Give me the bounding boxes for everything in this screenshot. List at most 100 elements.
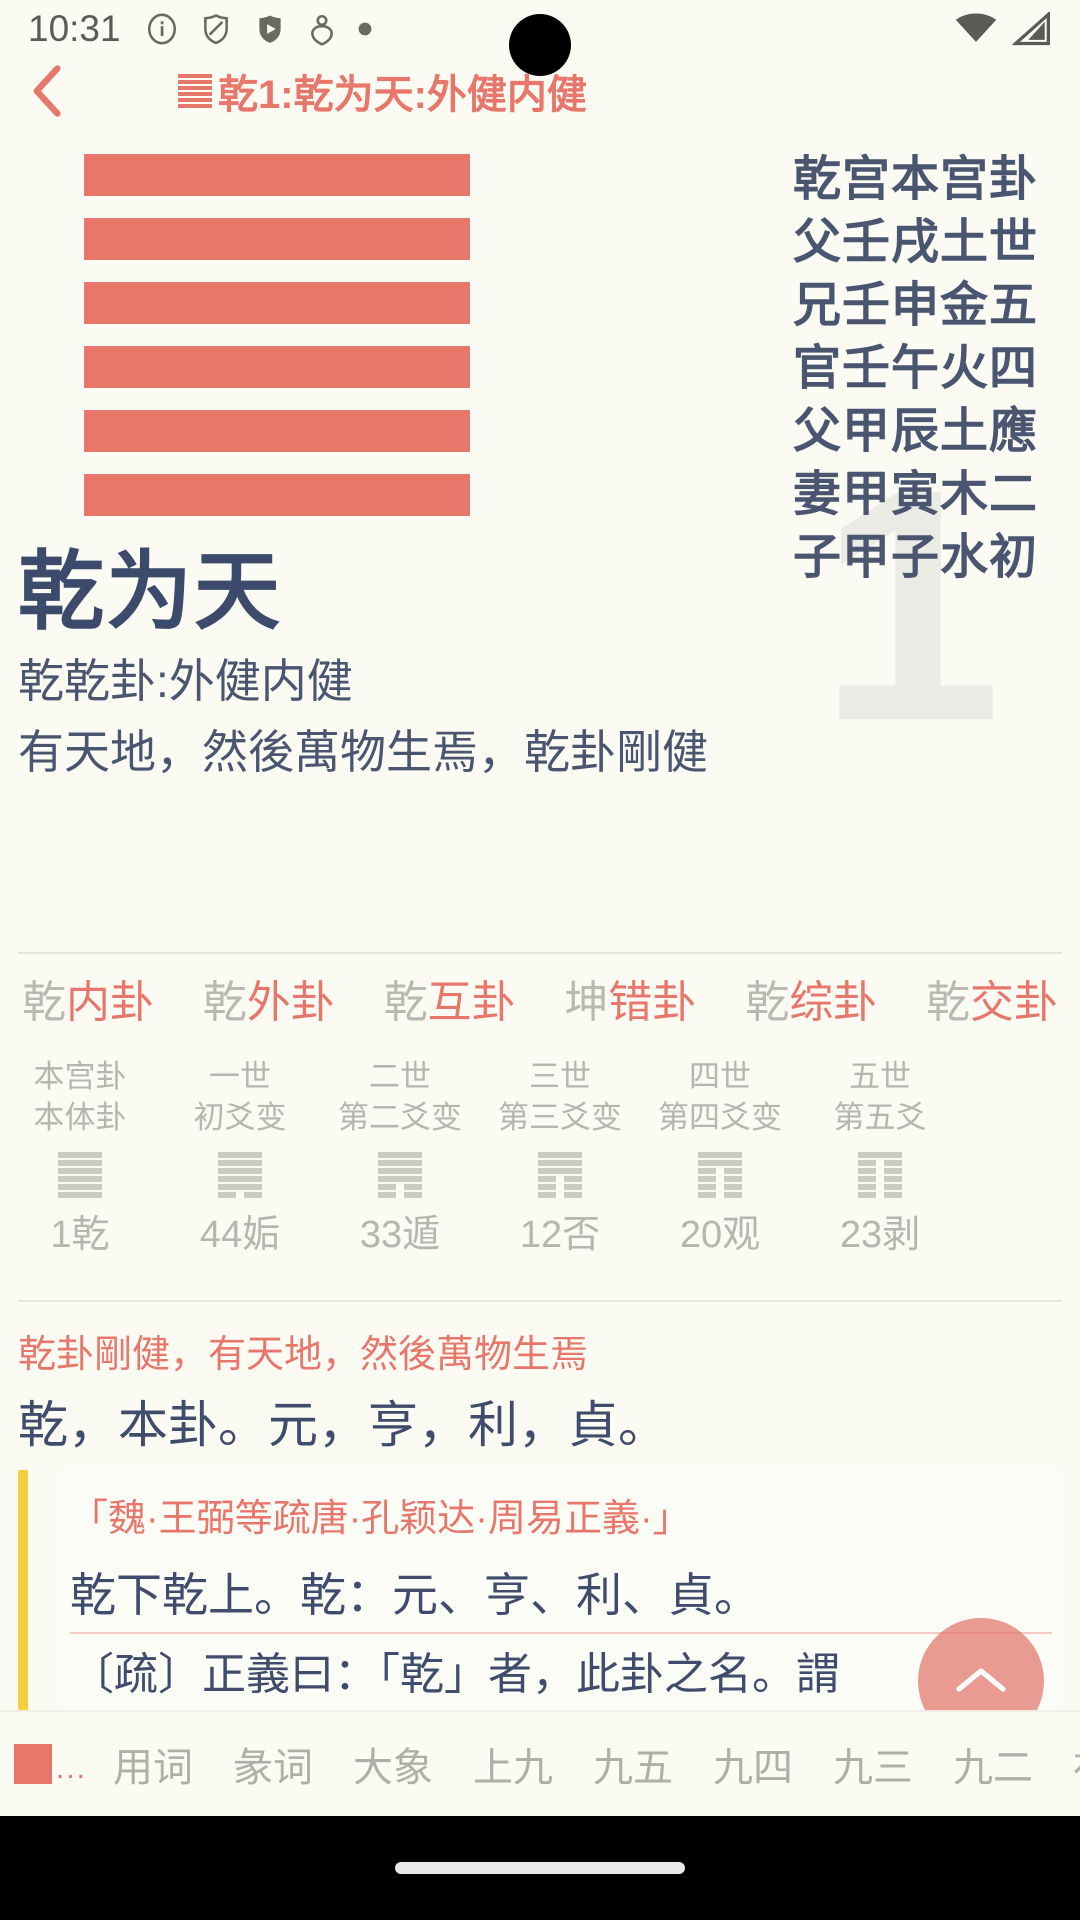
shi-column[interactable]: 三世 第三爻变 12否 <box>480 1056 640 1288</box>
hexagram-line[interactable] <box>84 154 470 196</box>
relation-tab-prefix: 乾 <box>745 978 790 1027</box>
header-title-text: 乾1:乾为天:外健内健 <box>218 73 587 117</box>
palace-info-list: 乾宫本宫卦 父壬戌土世 兄壬申金五 官壬午火四 父甲辰土應 妻甲寅木二 子甲子水… <box>498 148 1038 589</box>
divider-top <box>18 952 1062 954</box>
bottom-tab-jiuer[interactable]: 九二 <box>953 1735 1033 1793</box>
person-shield-icon <box>310 14 333 46</box>
palace-line: 兄壬申金五 <box>792 279 1038 332</box>
shi-row1: 三世 <box>529 1059 591 1094</box>
back-button[interactable] <box>0 52 96 130</box>
header-title: 乾1:乾为天:外健内健 <box>178 62 587 120</box>
palace-line: 父壬戌土世 <box>792 216 1038 269</box>
shi-row2: 第五爻 <box>833 1100 927 1135</box>
hexagram-description: 有天地，然後萬物生焉，乾卦剛健 <box>18 726 708 778</box>
palace-line: 乾宫本宫卦 <box>792 153 1038 206</box>
hexagram-lines[interactable] <box>84 154 470 516</box>
header-hexagram-icon <box>178 74 212 108</box>
shi-label: 44姤 <box>199 1214 281 1256</box>
bottom-tab-jiuwu[interactable]: 九五 <box>593 1735 673 1793</box>
shi-column[interactable]: 本宫卦 本体卦 1乾 <box>0 1056 160 1288</box>
shield-play-icon <box>258 15 281 43</box>
home-gesture-pill[interactable] <box>395 1862 685 1874</box>
shi-row1: 本宫卦 <box>33 1059 127 1094</box>
shi-label: 23剥 <box>839 1214 921 1256</box>
hexagram-subtitle: 乾乾卦:外健内健 <box>18 655 353 707</box>
bottom-tab-yongci[interactable]: 用词 <box>113 1735 193 1793</box>
hexagram-name: 乾为天 <box>18 544 282 640</box>
shi-hexagram-icon <box>218 1152 262 1198</box>
bottom-tab-chujiu[interactable]: 初九 <box>1073 1735 1080 1793</box>
status-right-icons <box>954 12 1052 46</box>
app-header: 乾1:乾为天:外健内健 <box>0 52 1080 130</box>
palace-line: 妻甲寅木二 <box>792 468 1038 521</box>
commentary-note: 〔疏〕正義曰：「乾」者，此卦之名。謂 <box>70 1650 840 1699</box>
relation-tab-suffix: 综卦 <box>789 978 878 1027</box>
shi-row1: 四世 <box>689 1059 751 1094</box>
title-block: 乾为天 乾乾卦:外健内健 有天地，然後萬物生焉，乾卦剛健 <box>18 540 1062 784</box>
relation-tab-mutual[interactable]: 乾互卦 <box>384 966 516 1030</box>
hexagram-square-icon <box>14 1744 52 1784</box>
divider-bottom <box>18 1300 1062 1302</box>
shi-row2: 第二爻变 <box>338 1100 462 1135</box>
bottom-hexagram-badge[interactable]: ... <box>14 1744 87 1784</box>
bottom-badge-dots: ... <box>56 1752 88 1785</box>
relation-tab-cross[interactable]: 乾交卦 <box>926 966 1058 1030</box>
shi-label: 12否 <box>519 1214 601 1256</box>
shi-label: 20观 <box>679 1214 761 1256</box>
relation-tab-suffix: 内卦 <box>66 978 154 1027</box>
relation-tab-inner[interactable]: 乾内卦 <box>22 966 154 1030</box>
shi-hexagram-icon <box>58 1152 102 1198</box>
bottom-tab-jiusi[interactable]: 九四 <box>713 1735 793 1793</box>
wifi-icon <box>955 13 997 42</box>
status-icon-group <box>145 12 373 46</box>
bottom-tab-tuanci[interactable]: 彖词 <box>233 1735 313 1793</box>
shi-row1: 一世 <box>209 1059 271 1094</box>
shi-row2: 第四爻变 <box>658 1100 782 1135</box>
hexagram-line[interactable] <box>84 218 470 260</box>
hexagram-line[interactable] <box>84 474 470 516</box>
relation-tab-outer[interactable]: 乾外卦 <box>203 966 335 1030</box>
relation-tab-suffix: 外卦 <box>246 978 335 1027</box>
shi-column[interactable]: 二世 第二爻变 33遁 <box>320 1056 480 1288</box>
bottom-tab-jiusan[interactable]: 九三 <box>833 1735 913 1793</box>
relation-tab-prefix: 乾 <box>202 978 247 1027</box>
hexagram-section: 乾宫本宫卦 父壬戌土世 兄壬申金五 官壬午火四 父甲辰土應 妻甲寅木二 子甲子水… <box>0 148 1080 584</box>
bottom-tab-daxiang[interactable]: 大象 <box>353 1735 433 1793</box>
hexagram-line[interactable] <box>84 346 470 388</box>
shi-column[interactable]: 一世 初爻变 44姤 <box>160 1056 320 1288</box>
dot-icon <box>358 22 371 36</box>
shi-hexagram-icon <box>698 1152 742 1198</box>
shi-label: 1乾 <box>50 1214 110 1256</box>
relation-tab-suffix: 交卦 <box>969 978 1058 1027</box>
shi-row1: 五世 <box>849 1059 911 1094</box>
bottom-tab-shangjiu[interactable]: 上九 <box>473 1735 553 1793</box>
relation-tab-prefix: 乾 <box>22 978 66 1027</box>
chevron-left-icon <box>33 65 61 117</box>
relation-tab-bar: 乾内卦 乾外卦 乾互卦 坤错卦 乾综卦 乾交卦 <box>0 966 1080 1030</box>
relation-tab-suffix: 互卦 <box>427 978 516 1027</box>
info-circle-icon <box>147 13 176 45</box>
relation-tab-prefix: 乾 <box>383 978 428 1027</box>
relation-tab-suffix: 错卦 <box>608 978 697 1027</box>
shi-column[interactable]: 四世 第四爻变 20观 <box>640 1056 800 1288</box>
hexagram-line[interactable] <box>84 410 470 452</box>
status-time: 10:31 <box>28 8 121 49</box>
relation-tab-opposite[interactable]: 坤错卦 <box>564 966 696 1030</box>
shi-sequence-table: 本宫卦 本体卦 1乾 一世 初爻变 44姤 二世 第二爻变 33遁 三世 第三爻… <box>0 1056 1080 1288</box>
palace-line: 官壬午火四 <box>792 342 1038 395</box>
palace-line: 父甲辰土應 <box>792 405 1038 458</box>
relation-tab-reverse[interactable]: 乾综卦 <box>745 966 877 1030</box>
shi-column[interactable]: 五世 第五爻 23剥 <box>800 1056 960 1288</box>
bottom-tab-bar: ... 用词 彖词 大象 上九 九五 九四 九三 九二 初九 <box>0 1710 1080 1816</box>
shi-hexagram-icon <box>538 1152 582 1198</box>
shi-row2: 第三爻变 <box>498 1100 622 1135</box>
hexagram-line[interactable] <box>84 282 470 324</box>
shi-label: 33遁 <box>359 1214 441 1256</box>
shi-row1: 二世 <box>369 1059 431 1094</box>
bottom-tab-items: 用词 彖词 大象 上九 九五 九四 九三 九二 初九 <box>113 1735 1080 1793</box>
cellular-signal-icon <box>1012 12 1050 46</box>
chevron-up-icon <box>956 1668 1006 1692</box>
android-navigation-bar <box>0 1816 1080 1920</box>
hexagram-main-text: 乾，本卦。元，亨，利，貞。 <box>18 1397 668 1453</box>
commentary-main: 乾下乾上。乾：元、亨、利、貞。 <box>70 1569 760 1621</box>
